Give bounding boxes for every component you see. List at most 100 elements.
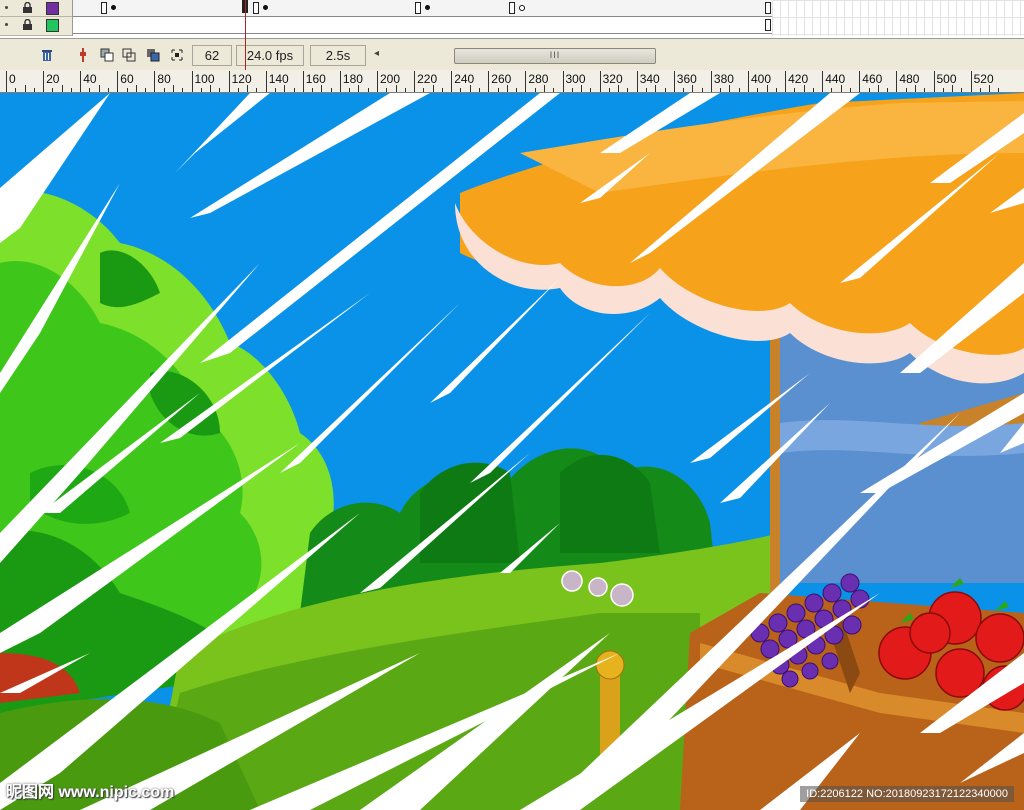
- ruler-minor-tick: [534, 88, 536, 92]
- frame-track[interactable]: [73, 17, 773, 34]
- ruler-minor-tick: [905, 88, 907, 92]
- ruler-label: 420: [788, 72, 809, 86]
- ruler-minor-tick: [868, 88, 870, 92]
- watermark-logo: 昵图网 www.nipic.com: [6, 784, 175, 801]
- ruler-minor-tick: [145, 88, 147, 92]
- timeline-statusbar: 62 24.0 fps 2.5s ◂ III: [0, 38, 1024, 72]
- bubble: [561, 570, 583, 592]
- ruler-minor-tick: [460, 88, 462, 92]
- stage-canvas[interactable]: 昵图网 www.nipic.com ID:2206122 NO:20180923…: [0, 93, 1024, 810]
- keyframe-dot[interactable]: [263, 5, 268, 10]
- onion-skin-icon[interactable]: [98, 46, 116, 64]
- ruler-major-tick: [710, 71, 712, 92]
- keyframe[interactable]: [253, 2, 259, 14]
- bubble: [588, 577, 608, 597]
- ruler-minor-tick: [618, 85, 620, 92]
- ruler-minor-tick: [293, 88, 295, 92]
- ruler-label: 440: [825, 72, 846, 86]
- empty-keyframe[interactable]: [519, 5, 525, 11]
- layer-row[interactable]: [0, 17, 72, 36]
- ruler-major-tick: [822, 71, 824, 92]
- modify-markers-icon[interactable]: [168, 46, 186, 64]
- keyframe[interactable]: [765, 19, 771, 31]
- ruler-major-tick: [525, 71, 527, 92]
- ruler-minor-tick: [274, 88, 276, 92]
- keyframe[interactable]: [765, 2, 771, 14]
- center-frame-icon[interactable]: [74, 46, 92, 64]
- frame-grid[interactable]: [772, 0, 1024, 36]
- ruler-label: 240: [454, 72, 475, 86]
- ruler-minor-tick: [989, 85, 991, 92]
- ruler-label: 320: [602, 72, 623, 86]
- ruler-major-tick: [451, 71, 453, 92]
- ruler-major-tick: [933, 71, 935, 92]
- layer-row[interactable]: [0, 0, 72, 17]
- keyframe-dot[interactable]: [425, 5, 430, 10]
- ruler-major-tick: [154, 71, 156, 92]
- ruler-major-tick: [302, 71, 304, 92]
- scroll-left-arrow-icon[interactable]: ◂: [374, 48, 379, 59]
- lock-icon[interactable]: [22, 2, 33, 13]
- ruler-minor-tick: [395, 85, 397, 92]
- ruler-minor-tick: [812, 88, 814, 92]
- ruler-label: 20: [46, 72, 60, 86]
- edit-multiple-frames-icon[interactable]: [144, 46, 162, 64]
- timeline-horizontal-scrollbar[interactable]: ◂ III: [372, 48, 762, 64]
- frames-area[interactable]: [72, 0, 774, 36]
- ruler-major-tick: [80, 71, 82, 92]
- ruler-minor-tick: [497, 88, 499, 92]
- keyframe[interactable]: [415, 2, 421, 14]
- layer-outline-color[interactable]: [46, 2, 59, 15]
- ruler-minor-tick: [135, 85, 137, 92]
- ruler-minor-tick: [367, 88, 369, 92]
- layer-outline-color[interactable]: [46, 19, 59, 32]
- ruler-minor-tick: [52, 88, 54, 92]
- ruler-label: 360: [676, 72, 697, 86]
- keyframe-dot[interactable]: [111, 5, 116, 10]
- ruler-minor-tick: [543, 85, 545, 92]
- playhead-line: [245, 0, 246, 70]
- ruler-minor-tick: [349, 88, 351, 92]
- scroll-thumb[interactable]: III: [454, 48, 656, 64]
- bubble: [610, 583, 634, 607]
- ruler-minor-tick: [89, 88, 91, 92]
- ruler-minor-tick: [237, 88, 239, 92]
- ruler-minor-tick: [803, 85, 805, 92]
- ruler-minor-tick: [256, 88, 258, 92]
- ruler-label: 460: [862, 72, 883, 86]
- ruler-label: 520: [973, 72, 994, 86]
- current-frame-field[interactable]: 62: [192, 45, 232, 66]
- ruler-major-tick: [6, 71, 7, 92]
- ruler-minor-tick: [914, 85, 916, 92]
- ruler-label: 0: [9, 72, 16, 86]
- keyframe[interactable]: [101, 2, 107, 14]
- ruler-minor-tick: [423, 88, 425, 92]
- eye-dot-icon[interactable]: [5, 6, 8, 9]
- ruler-minor-tick: [284, 85, 286, 92]
- ruler-minor-tick: [108, 88, 110, 92]
- ruler-minor-tick: [979, 88, 981, 92]
- ruler-label: 340: [639, 72, 660, 86]
- frame-rate-field[interactable]: 24.0 fps: [236, 45, 304, 66]
- ruler-minor-tick: [163, 88, 165, 92]
- lock-icon[interactable]: [22, 19, 33, 30]
- ruler-major-tick: [599, 71, 601, 92]
- ruler-major-tick: [377, 71, 378, 92]
- keyframe[interactable]: [509, 2, 515, 14]
- ruler-minor-tick: [330, 88, 332, 92]
- ruler-major-tick: [117, 71, 119, 92]
- ruler-minor-tick: [210, 85, 212, 92]
- ruler-major-tick: [43, 71, 45, 92]
- frame-track[interactable]: [73, 0, 773, 17]
- ruler-minor-tick: [98, 85, 100, 92]
- ruler-label: 300: [565, 72, 586, 86]
- ruler-minor-tick: [200, 88, 202, 92]
- ruler-minor-tick: [516, 88, 518, 92]
- eye-dot-icon[interactable]: [5, 23, 8, 26]
- ruler-major-tick: [488, 71, 490, 92]
- ruler-minor-tick: [61, 85, 63, 92]
- trash-icon[interactable]: [38, 46, 56, 64]
- ruler-label: 120: [231, 72, 252, 86]
- onion-skin-outline-icon[interactable]: [120, 46, 138, 64]
- ruler-minor-tick: [182, 88, 184, 92]
